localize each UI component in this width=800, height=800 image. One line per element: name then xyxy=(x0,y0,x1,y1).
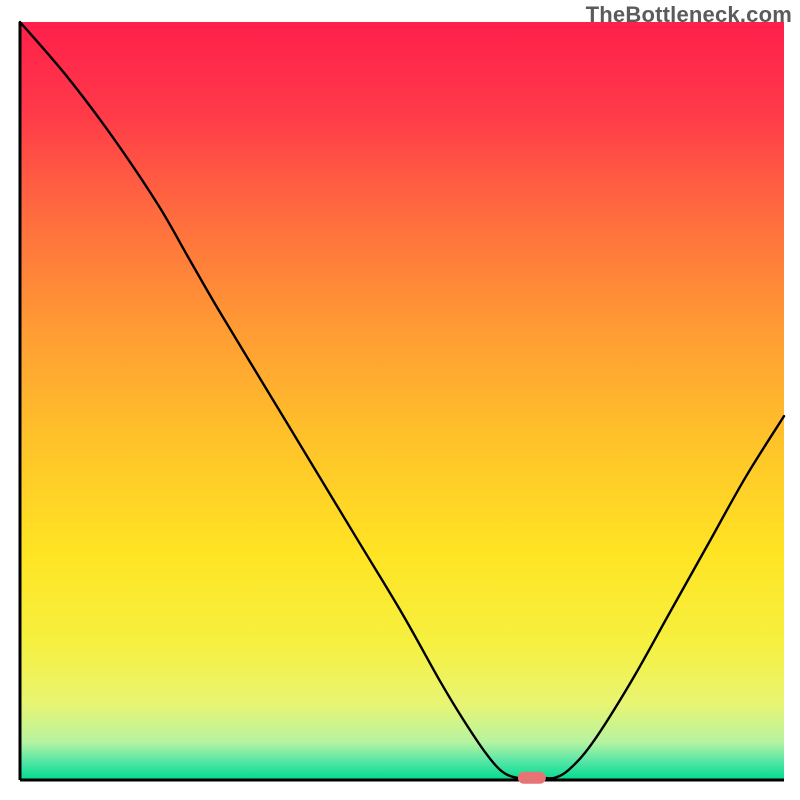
optimum-marker xyxy=(518,772,546,784)
bottleneck-chart: TheBottleneck.com xyxy=(0,0,800,800)
plot-background xyxy=(20,22,784,780)
chart-svg xyxy=(0,0,800,800)
attribution-label: TheBottleneck.com xyxy=(586,2,792,28)
